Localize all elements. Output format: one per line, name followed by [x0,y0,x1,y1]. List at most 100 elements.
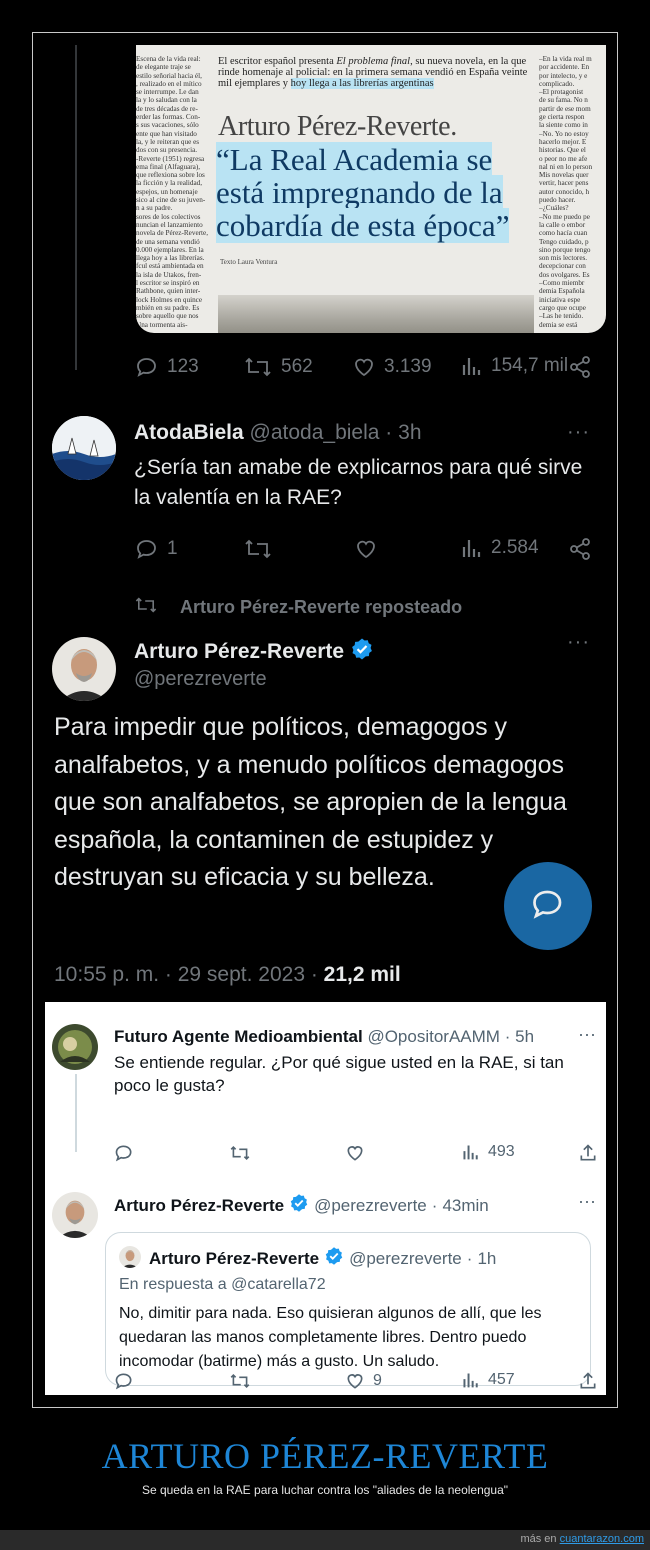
reply-count: 123 [167,356,199,377]
view-count: 2.584 [491,537,539,558]
reply3-name[interactable]: Arturo Pérez-Reverte [114,1196,284,1216]
reply2-separator: · [504,1027,511,1046]
footer-site-link[interactable]: cuantarazon.com [560,1533,644,1545]
more-options-icon[interactable]: ··· [567,421,590,444]
headline-text: “La Real Academia se está impregnando de… [216,142,510,243]
footer-prefix: más en [520,1533,560,1545]
repost-author-line: Arturo Pérez-Reverte [134,637,374,667]
retweet-count: 562 [281,356,313,377]
reply2-handle[interactable]: @OpositorAAMM [367,1027,500,1046]
perezreverte-avatar[interactable] [52,637,116,701]
reply1-name[interactable]: AtodaBiela [134,421,244,444]
retweet-icon [243,537,273,561]
retweet-action[interactable] [229,1143,251,1163]
reply1-text: ¿Sería tan amabe de explicarnos para qué… [134,456,583,509]
share-action[interactable] [578,1371,598,1391]
heart-icon [345,1371,365,1391]
reply-action[interactable]: 123 [135,355,199,379]
reply3-handle[interactable]: @perezreverte [314,1196,427,1216]
reply2-text: Se entiende regular. ¿Por qué sigue uste… [114,1053,564,1095]
repost-author-handle[interactable]: @perezreverte [134,668,267,691]
clipping-author: Arturo Pérez-Reverte. [218,111,457,142]
reply1-header: AtodaBiela @atoda_biela · 3h [134,421,422,445]
views-action[interactable]: 493 [462,1143,515,1161]
repost-indicator: Arturo Pérez-Reverte reposteado [134,595,462,620]
views-action[interactable]: 154,7 mil [461,355,568,377]
views-icon [461,355,483,377]
repost-label[interactable]: Arturo Pérez-Reverte reposteado [180,597,462,618]
retweet-action[interactable] [243,537,273,561]
like-action[interactable] [345,1143,365,1163]
reply-action[interactable]: 1 [135,537,178,561]
perezreverte-avatar [119,1246,141,1268]
retweet-icon [243,355,273,379]
like-action[interactable]: 9 [345,1371,382,1391]
reply3-header: Arturo Pérez-Reverte @perezreverte · 43m… [114,1193,489,1218]
verified-badge-icon [324,1246,344,1271]
share-action[interactable] [568,355,592,379]
reply1-handle[interactable]: @atoda_biela [250,421,380,444]
perezreverte-avatar[interactable] [52,1192,98,1238]
more-options-icon[interactable]: ··· [567,631,590,654]
retweet-action[interactable]: 562 [243,355,313,379]
newspaper-clipping-image[interactable]: Escena de la vida real: de elegante traj… [136,45,606,333]
views-icon [462,1143,480,1161]
more-options-icon[interactable]: ··· [578,1024,596,1045]
reply-action[interactable] [114,1371,134,1391]
clipping-right-column: –En la vida real m por accidente. En por… [539,55,593,329]
like-action[interactable] [354,537,378,561]
reply3-time[interactable]: 43min [442,1196,488,1216]
repost-timestamp[interactable]: 10:55 p. m. · 29 sept. 2023 · [54,963,324,986]
reply2-time[interactable]: 5h [515,1027,534,1046]
reply1-time[interactable]: 3h [398,421,421,444]
heart-icon [354,537,378,561]
futuro-agente-avatar[interactable] [52,1024,98,1070]
view-count: 493 [488,1143,515,1160]
quoted-tweet-card[interactable]: Arturo Pérez-Reverte @perezreverte · 1h … [105,1232,591,1386]
site-footer: más en cuantarazon.com [0,1530,650,1550]
upload-icon [578,1143,598,1163]
retweet-icon [229,1143,251,1163]
intro-highlight: hoy llega a las librerías argentinas [290,78,434,89]
share-action[interactable] [578,1143,598,1163]
reply-icon [114,1143,134,1163]
clipping-headline: “La Real Academia se está impregnando de… [216,142,536,243]
intro-plain: El escritor español presenta [218,56,337,67]
heart-icon [352,355,376,379]
reply-icon [530,886,566,927]
reply-action[interactable] [114,1143,134,1163]
view-count: 457 [488,1371,515,1388]
reply2-header: Futuro Agente Medioambiental @OpositorAA… [114,1027,534,1047]
repost-author-name[interactable]: Arturo Pérez-Reverte [134,640,344,664]
quoted-name: Arturo Pérez-Reverte [149,1248,320,1268]
light-thread: Futuro Agente Medioambiental @OpositorAA… [45,1002,606,1395]
reply2-name[interactable]: Futuro Agente Medioambiental [114,1027,363,1046]
reply-icon [114,1371,134,1391]
like-count: 9 [373,1372,382,1389]
atodabiela-avatar[interactable] [52,416,116,480]
retweet-icon [134,595,158,620]
views-action[interactable]: 457 [462,1371,515,1389]
in-reply-to: En respuesta a @catarella72 [119,1276,326,1294]
retweet-icon [229,1371,251,1391]
compose-reply-button[interactable] [504,862,592,950]
in-reply-user[interactable]: @catarella72 [231,1276,326,1293]
like-action[interactable]: 3.139 [352,355,432,379]
like-count: 3.139 [384,356,432,377]
intro-title: El problema final [336,56,411,67]
views-icon [461,537,483,559]
clipping-credit: Texto Laura Ventura [220,258,278,266]
quoted-handle: @perezreverte [349,1248,462,1268]
clipping-photo [218,295,534,333]
views-icon [462,1371,480,1389]
view-count: 154,7 mil [491,355,569,376]
in-reply-prefix: En respuesta a [119,1276,232,1293]
reply-count: 1 [167,538,178,559]
views-action[interactable]: 2.584 [461,537,539,559]
retweet-action[interactable] [229,1371,251,1391]
more-options-icon[interactable]: ··· [578,1191,596,1212]
share-icon [568,537,592,561]
share-action[interactable] [568,537,592,561]
repost-text: Para impedir que políticos, demagogos y … [54,713,567,891]
clipping-left-column: Escena de la vida real: de elegante traj… [136,55,209,329]
